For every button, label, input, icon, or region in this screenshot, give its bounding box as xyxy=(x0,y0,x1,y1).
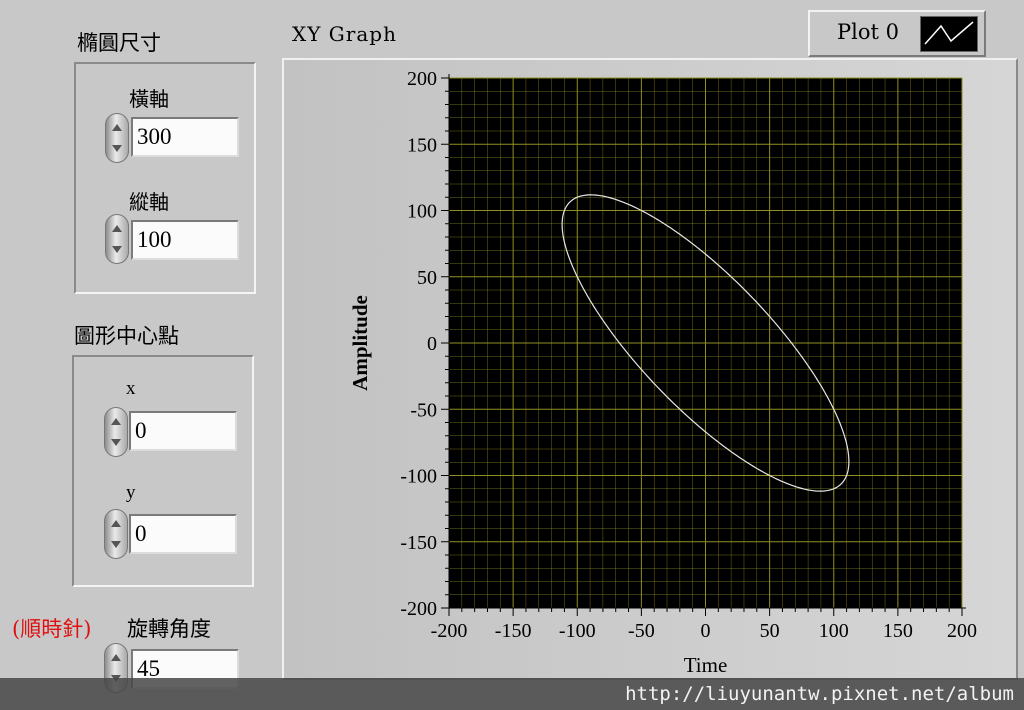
graph-title: XY Graph xyxy=(292,22,397,46)
increment-icon[interactable] xyxy=(111,654,121,661)
center-y-input[interactable]: 0 xyxy=(129,514,237,554)
x-tick-label: 150 xyxy=(883,620,913,642)
y-tick-label: -50 xyxy=(410,399,437,421)
decrement-icon[interactable] xyxy=(111,541,121,548)
center-y-spinner[interactable] xyxy=(104,509,128,559)
increment-icon[interactable] xyxy=(112,225,122,232)
footer-url: http://liuyunantw.pixnet.net/album xyxy=(625,683,1014,705)
rotation-angle-label: 旋轉角度 xyxy=(127,617,211,641)
y-tick-label: -150 xyxy=(400,532,437,554)
vertical-axis-spinner[interactable] xyxy=(105,214,129,264)
increment-icon[interactable] xyxy=(111,520,121,527)
decrement-icon[interactable] xyxy=(111,439,121,446)
x-tick-label: 200 xyxy=(947,620,977,642)
x-tick-label: 100 xyxy=(819,620,849,642)
footer-watermark: http://liuyunantw.pixnet.net/album xyxy=(0,678,1024,710)
vertical-axis-label: 縱軸 xyxy=(129,190,169,214)
x-tick-label: 50 xyxy=(760,620,780,642)
clockwise-note: (順時針) xyxy=(12,617,92,641)
vertical-axis-input[interactable]: 100 xyxy=(131,220,239,260)
x-tick-label: -150 xyxy=(495,620,532,642)
x-axis-title: Time xyxy=(684,653,728,677)
y-tick-label: 100 xyxy=(407,201,437,223)
center-y-label: y xyxy=(126,482,136,503)
center-x-input[interactable]: 0 xyxy=(129,411,237,451)
x-tick-label: -200 xyxy=(431,620,468,642)
decrement-icon[interactable] xyxy=(112,145,122,152)
y-tick-label: -200 xyxy=(400,598,437,620)
decrement-icon[interactable] xyxy=(112,246,122,253)
x-tick-label: -100 xyxy=(559,620,596,642)
y-tick-label: 150 xyxy=(407,134,437,156)
horizontal-axis-input[interactable]: 300 xyxy=(131,117,239,157)
y-axis-title: Amplitude xyxy=(348,295,372,391)
y-tick-label: -100 xyxy=(400,466,437,488)
center-point-title: 圖形中心點 xyxy=(74,324,179,348)
x-tick-label: -50 xyxy=(628,620,655,642)
plot-legend[interactable]: Plot 0 xyxy=(808,10,986,57)
center-x-spinner[interactable] xyxy=(104,407,128,457)
legend-plot-name[interactable]: Plot 0 xyxy=(837,20,899,44)
y-tick-label: 200 xyxy=(407,68,437,90)
center-x-label: x xyxy=(126,378,136,399)
y-tick-label: 50 xyxy=(417,267,437,289)
ellipse-size-title: 橢圓尺寸 xyxy=(77,31,161,55)
line-plot-icon[interactable] xyxy=(920,16,978,52)
horizontal-axis-spinner[interactable] xyxy=(105,113,129,163)
increment-icon[interactable] xyxy=(112,124,122,131)
horizontal-axis-label: 橫軸 xyxy=(129,87,169,111)
xy-graph[interactable]: 200 150 100 50 0 -50 -100 -150 -200-200 -150 -100 -… xyxy=(282,58,1018,680)
x-tick-label: 0 xyxy=(701,620,711,642)
increment-icon[interactable] xyxy=(111,418,121,425)
y-tick-label: 0 xyxy=(427,333,437,355)
